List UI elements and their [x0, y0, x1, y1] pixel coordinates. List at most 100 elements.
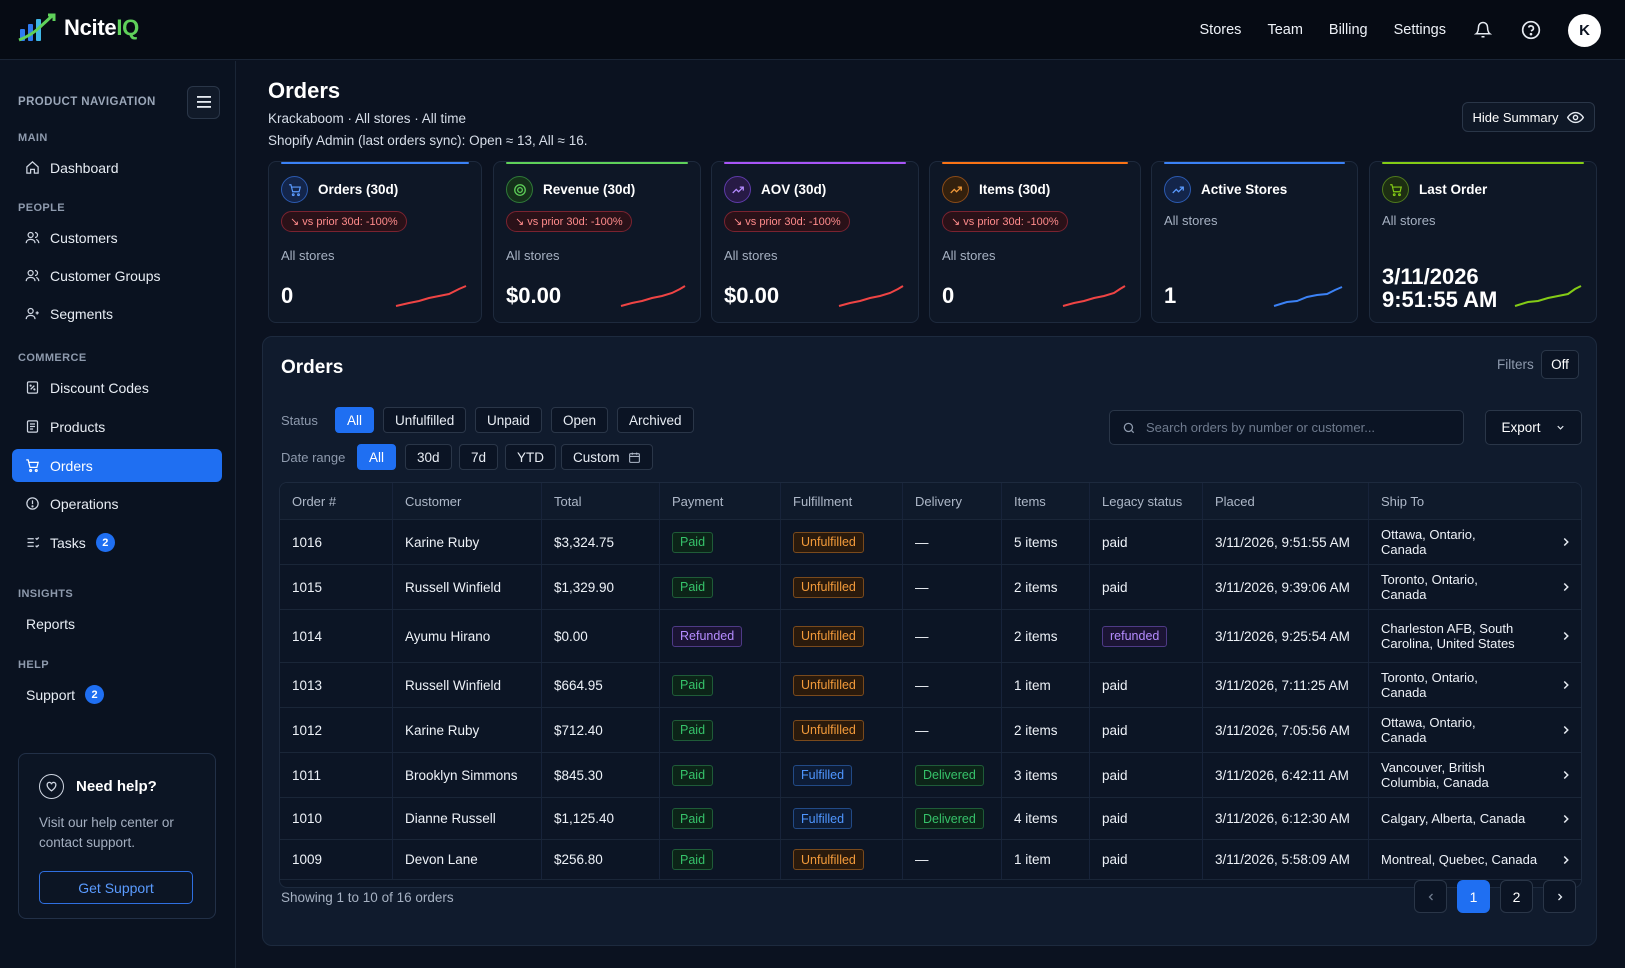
help-circle-icon[interactable]	[1520, 19, 1542, 41]
sidebar-item-label: Tasks	[50, 534, 86, 551]
delivery-badge: Delivered	[915, 764, 984, 786]
column-header-legacy-status[interactable]: Legacy status	[1090, 483, 1203, 519]
chevron-right-icon[interactable]	[1559, 768, 1573, 782]
date-chip-ytd[interactable]: YTD	[505, 444, 556, 470]
chevron-right-icon[interactable]	[1559, 580, 1573, 594]
cell-placed: 3/11/2026, 9:39:06 AM	[1203, 565, 1369, 609]
column-header-fulfillment[interactable]: Fulfillment	[781, 483, 903, 519]
kpi-delta-badge: ↘ vs prior 30d: -100%	[281, 211, 407, 232]
sidebar-item-operations[interactable]: Operations	[12, 487, 222, 520]
search-input[interactable]: Search orders by number or customer...	[1109, 410, 1464, 445]
sidebar-item-support[interactable]: Support 2	[12, 678, 222, 711]
nav-link-settings[interactable]: Settings	[1394, 22, 1446, 38]
nav-link-stores[interactable]: Stores	[1200, 22, 1242, 38]
sidebar-item-customers[interactable]: Customers	[12, 221, 222, 254]
nav-link-billing[interactable]: Billing	[1329, 22, 1368, 38]
kpi-card-items[interactable]: Items (30d) ↘ vs prior 30d: -100% All st…	[929, 161, 1141, 323]
status-chip-unpaid[interactable]: Unpaid	[475, 407, 542, 433]
kpi-sparkline	[395, 285, 467, 307]
fulfillment-badge: Fulfilled	[793, 764, 853, 786]
cell-total: $664.95	[542, 663, 660, 707]
sidebar-item-label: Discount Codes	[50, 379, 149, 396]
sidebar-item-discount-codes[interactable]: Discount Codes	[12, 371, 222, 404]
cell-total: $1,125.40	[542, 798, 660, 839]
column-header-order[interactable]: Order #	[280, 483, 393, 519]
cell-ship: Vancouver, British Columbia, Canada	[1369, 753, 1581, 797]
status-chip-open[interactable]: Open	[551, 407, 609, 433]
chevron-right-icon[interactable]	[1559, 853, 1573, 867]
kpi-card-aov[interactable]: AOV (30d) ↘ vs prior 30d: -100% All stor…	[711, 161, 919, 323]
chevron-right-icon[interactable]	[1559, 723, 1573, 737]
status-chip-all[interactable]: All	[335, 407, 375, 433]
menu-icon	[196, 96, 211, 108]
date-chip-7d[interactable]: 7d	[459, 444, 499, 470]
hide-summary-button[interactable]: Hide Summary	[1462, 102, 1595, 132]
help-card: Need help? Visit our help center or cont…	[18, 753, 216, 919]
kpi-title: Items (30d)	[979, 182, 1051, 197]
table-row[interactable]: 1014 Ayumu Hirano $0.00 Refunded Unfulfilled…	[280, 610, 1581, 663]
status-chip-unfulfilled[interactable]: Unfulfilled	[383, 407, 467, 433]
kpi-subtitle: All stores	[724, 248, 778, 263]
status-chip-archived[interactable]: Archived	[617, 407, 694, 433]
pagination-page-2[interactable]: 2	[1500, 880, 1533, 913]
pagination-prev-button[interactable]	[1414, 880, 1447, 913]
table-row[interactable]: 1009 Devon Lane $256.80 Paid Unfulfilled —1 i…	[280, 840, 1581, 880]
sidebar-item-dashboard[interactable]: Dashboard	[12, 151, 222, 184]
date-chip-30d[interactable]: 30d	[405, 444, 452, 470]
table-row[interactable]: 1012 Karine Ruby $712.40 Paid Unfulfilled —2 …	[280, 708, 1581, 753]
filters-toggle[interactable]: Off	[1541, 350, 1579, 379]
help-card-title: Need help?	[39, 774, 195, 799]
sidebar-item-tasks[interactable]: Tasks 2	[12, 526, 222, 559]
table-row[interactable]: 1015 Russell Winfield $1,329.90 Paid Unfulfi…	[280, 565, 1581, 610]
column-header-delivery[interactable]: Delivery	[903, 483, 1002, 519]
home-icon	[24, 160, 40, 176]
column-header-customer[interactable]: Customer	[393, 483, 542, 519]
column-header-payment[interactable]: Payment	[660, 483, 781, 519]
get-support-button[interactable]: Get Support	[39, 871, 193, 904]
date-chip-all[interactable]: All	[357, 444, 397, 470]
table-row[interactable]: 1016 Karine Ruby $3,324.75 Paid Unfulfilled —…	[280, 520, 1581, 565]
cell-order: 1015	[280, 565, 393, 609]
cell-payment: Paid	[660, 840, 781, 879]
kpi-value: 0	[281, 283, 294, 308]
sidebar-item-products[interactable]: Products	[12, 410, 222, 443]
legacy-badge: refunded	[1102, 625, 1168, 647]
table-row[interactable]: 1013 Russell Winfield $664.95 Paid Unfulfill…	[280, 663, 1581, 708]
cell-payment: Paid	[660, 663, 781, 707]
orders-panel-title: Orders	[281, 357, 344, 378]
column-header-placed[interactable]: Placed	[1203, 483, 1369, 519]
sidebar-item-customer-groups[interactable]: Customer Groups	[12, 259, 222, 292]
sidebar-item-segments[interactable]: Segments	[12, 297, 222, 330]
column-header-total[interactable]: Total	[542, 483, 660, 519]
bell-icon[interactable]	[1472, 19, 1494, 41]
pagination-next-button[interactable]	[1543, 880, 1576, 913]
chevron-right-icon[interactable]	[1559, 812, 1573, 826]
chevron-right-icon[interactable]	[1559, 629, 1573, 643]
search-icon	[1123, 422, 1135, 433]
sidebar-item-orders[interactable]: Orders	[12, 449, 222, 482]
table-row[interactable]: 1011 Brooklyn Simmons $845.30 Paid Fulfilled…	[280, 753, 1581, 798]
sidebar: PRODUCT NAVIGATION MAIN Dashboard PEOPLE…	[0, 61, 236, 968]
sidebar-heading: PRODUCT NAVIGATION	[18, 96, 156, 108]
cell-items: 4 items	[1002, 798, 1090, 839]
pagination-page-1[interactable]: 1	[1457, 880, 1490, 913]
kpi-card-orders[interactable]: Orders (30d) ↘ vs prior 30d: -100% All s…	[268, 161, 482, 323]
sidebar-toggle-button[interactable]	[187, 85, 220, 119]
kpi-card-revenue[interactable]: Revenue (30d) ↘ vs prior 30d: -100% All …	[493, 161, 701, 323]
kpi-card-last-order[interactable]: Last Order All stores 3/11/2026 9:51:55 …	[1369, 161, 1597, 323]
kpi-card-active-stores[interactable]: Active Stores All stores 1	[1151, 161, 1358, 323]
table-row[interactable]: 1010 Dianne Russell $1,125.40 Paid Fulfilled…	[280, 798, 1581, 840]
user-avatar[interactable]: K	[1568, 13, 1601, 47]
cell-fulfillment: Unfulfilled	[781, 520, 903, 564]
date-chip-custom[interactable]: Custom	[561, 444, 653, 470]
column-header-items[interactable]: Items	[1002, 483, 1090, 519]
app-logo[interactable]: NciteIQ	[18, 13, 139, 43]
nav-link-team[interactable]: Team	[1267, 22, 1302, 38]
chevron-right-icon[interactable]	[1559, 678, 1573, 692]
chevron-right-icon[interactable]	[1559, 535, 1573, 549]
sidebar-item-reports[interactable]: Reports	[12, 607, 222, 640]
export-button[interactable]: Export	[1485, 410, 1582, 445]
users-group-icon	[24, 268, 40, 284]
kpi-title: Last Order	[1419, 182, 1488, 197]
column-header-ship-to[interactable]: Ship To	[1369, 483, 1581, 519]
